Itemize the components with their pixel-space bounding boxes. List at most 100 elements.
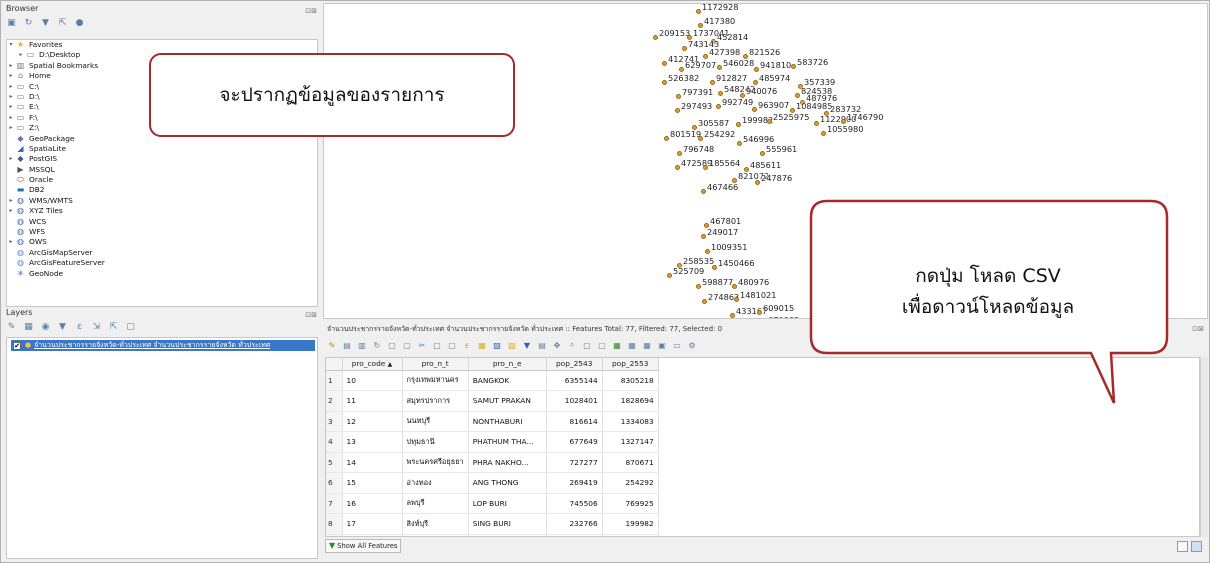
map-point[interactable] [696,284,701,289]
map-point[interactable] [767,119,772,124]
dock-icon[interactable]: ▭ [672,340,682,350]
browser-item[interactable]: ◍ WCS [7,217,317,227]
browser-item[interactable]: ✳ GeoNode [7,269,317,279]
edit-pencil-icon[interactable]: ✎ [327,340,337,350]
style-icon[interactable]: ✎ [6,322,17,333]
browser-item[interactable]: ▸ ◍ WMS/WMTS [7,196,317,206]
map-point[interactable] [752,107,757,112]
column-header[interactable]: pop_2543 [546,358,603,371]
map-point[interactable] [664,136,669,141]
paste-icon[interactable]: ▢ [447,340,457,350]
row-number-cell[interactable]: 7 [326,493,343,514]
paste-rows-icon[interactable]: ▢ [597,340,607,350]
map-point[interactable] [676,94,681,99]
layer-item[interactable]: ✔ ● จำนวนประชากรรายจังหวัด-ทั่วประเทศ จำ… [11,340,315,351]
visibility-icon[interactable]: ◉ [40,322,51,333]
map-point[interactable] [679,67,684,72]
browser-item[interactable]: ▾ ★ Favorites [7,40,317,50]
table-row[interactable]: 4 13 ปทุมธานี PHATHUM THA... 677649 1327147 [326,431,659,453]
map-point[interactable] [653,35,658,40]
row-number-cell[interactable]: 2 [326,390,343,412]
row-number-cell[interactable]: 8 [326,513,343,535]
reload-icon[interactable]: ↻ [372,340,382,350]
map-point[interactable] [702,299,707,304]
table-row[interactable]: 1 10 กรุงเทพมหานคร BANGKOK 6355144 8305218 [326,370,659,391]
panel-close-icon[interactable]: ⊡⊠ [1192,321,1204,337]
row-number-cell[interactable]: 1 [326,370,343,391]
expand-arrow-icon[interactable]: ▸ [17,50,25,60]
add-feature-icon[interactable]: ▢ [387,340,397,350]
select-all-icon[interactable]: ▦ [477,340,487,350]
map-point[interactable] [757,310,762,315]
copy-icon[interactable]: ▢ [432,340,442,350]
table-row[interactable]: 7 16 ลพบุรี LOP BURI 745506 769925 [326,493,659,514]
map-point[interactable] [712,265,717,270]
map-point[interactable] [755,180,760,185]
cut-icon[interactable]: ✂ [417,340,427,350]
collapse-all-icon[interactable]: ⇱ [57,18,68,29]
table-row[interactable]: 3 12 นนทบุรี NONTHABURI 816614 1334083 [326,411,659,432]
map-point[interactable] [677,151,682,156]
zoom-to-selection-icon[interactable]: ⌕ [567,340,577,350]
layer-visibility-checkbox[interactable]: ✔ [13,341,21,350]
map-point[interactable] [701,234,706,239]
row-number-cell[interactable]: 5 [326,452,343,473]
table-row[interactable]: 8 17 สิงห์บุรี SING BURI 232766 199982 [326,513,659,535]
map-point[interactable] [703,54,708,59]
browser-item[interactable]: ◍ ArcGisFeatureServer [7,258,317,268]
expand-arrow-icon[interactable]: ▸ [7,113,15,123]
map-point[interactable] [732,284,737,289]
row-number-cell[interactable]: 4 [326,431,343,453]
map-point[interactable] [795,93,800,98]
expand-arrow-icon[interactable]: ▸ [7,154,15,164]
table-view-icon[interactable] [1191,541,1202,552]
map-point[interactable] [662,80,667,85]
map-point[interactable] [662,61,667,66]
expand-arrow-icon[interactable]: ▸ [7,102,15,112]
map-point[interactable] [675,165,680,170]
expand-arrow-icon[interactable]: ▸ [7,206,15,216]
browser-item[interactable]: ◢ SpatiaLite [7,144,317,154]
map-point[interactable] [682,46,687,51]
add-group-icon[interactable]: ▦ [23,322,34,333]
table-row[interactable]: 5 14 พระนครศรีอยุธยา PHRA NAKHO... 727277 870… [326,452,659,473]
map-point[interactable] [754,67,759,72]
move-selection-top-icon[interactable]: ▤ [537,340,547,350]
table-row[interactable]: 2 11 สมุทรปราการ SAMUT PRAKAN 1028401 1828694 [326,390,659,412]
map-point[interactable] [717,65,722,70]
map-point[interactable] [821,131,826,136]
deselect-icon[interactable]: ▨ [507,340,517,350]
map-point[interactable] [814,121,819,126]
form-view-icon[interactable] [1177,541,1188,552]
browser-item[interactable]: ▬ DB2 [7,185,317,195]
save-edits-icon[interactable]: ▥ [357,340,367,350]
map-point[interactable] [705,249,710,254]
collapse-all-icon[interactable]: ⇱ [108,322,119,333]
expand-arrow-icon[interactable]: ▸ [7,237,15,247]
map-point[interactable] [716,104,721,109]
filter-legend-icon[interactable]: ▼ [57,322,68,333]
properties-icon[interactable]: ● [74,18,85,29]
panel-close-icon[interactable]: ⊡⊠ [305,5,317,17]
map-point[interactable] [718,91,723,96]
browser-item[interactable]: ▸ ◆ PostGIS [7,154,317,164]
delete-feature-icon[interactable]: ▢ [402,340,412,350]
map-point[interactable] [710,80,715,85]
browser-item[interactable]: ◍ ArcGisMapServer [7,248,317,258]
column-header[interactable]: pro_code ▲ [342,358,403,371]
new-field-icon[interactable]: ▦ [612,340,622,350]
invert-selection-icon[interactable]: ▧ [492,340,502,350]
actions-icon[interactable]: ⚙ [687,340,697,350]
expand-arrow-icon[interactable]: ▸ [7,196,15,206]
expand-arrow-icon[interactable]: ▸ [7,61,15,71]
expression-filter-icon[interactable]: ε [74,322,85,333]
column-header[interactable]: pro_n_e [468,358,547,371]
multi-edit-icon[interactable]: ▤ [342,340,352,350]
field-calculator-icon[interactable]: ▦ [642,340,652,350]
select-expression-icon[interactable]: ε [462,340,472,350]
map-point[interactable] [736,122,741,127]
map-point[interactable] [730,313,735,318]
browser-item[interactable]: ⬭ Oracle [7,175,317,185]
map-point[interactable] [760,151,765,156]
row-number-cell[interactable]: 3 [326,411,343,432]
